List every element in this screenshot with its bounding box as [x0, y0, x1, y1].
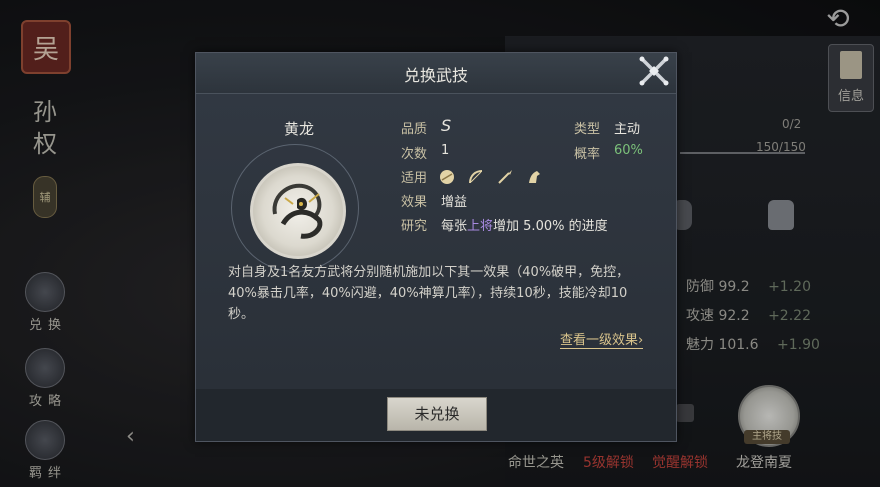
skill-description: 对自身及1名友方武将分别随机施加以下其一效果（40%破甲，免控，40%暴击几率，…	[228, 265, 630, 322]
count-label: 次数	[401, 147, 428, 162]
dialog-footer: 未兑换	[196, 389, 676, 441]
close-icon	[639, 56, 669, 86]
research-highlight: 上将	[467, 219, 494, 234]
research-label: 研究	[401, 219, 428, 234]
skill-name: 黄龙	[284, 120, 315, 138]
shield-icon	[439, 169, 455, 185]
effect-value: 增益	[441, 195, 468, 210]
horse-icon	[526, 169, 542, 185]
count-value: 1	[441, 143, 450, 158]
effect-label: 效果	[401, 195, 428, 210]
spear-icon	[497, 169, 513, 185]
research-value: 每张上将增加 5.00% 的进度	[441, 215, 608, 234]
chevron-right-icon: ›	[638, 333, 644, 348]
dialog-header: 兑换武技	[196, 53, 676, 94]
type-value: 主动	[614, 122, 641, 137]
exchange-skill-dialog: 兑换武技 黄龙 品质 S 类型 主动 次数 1 概率 60% 适用 效果 增益 …	[195, 52, 677, 442]
dialog-title: 兑换武技	[403, 66, 468, 85]
rate-value: 60%	[614, 143, 643, 158]
apply-icons	[439, 166, 550, 185]
dragon-skill-portrait	[250, 163, 346, 259]
research-pre: 每张	[441, 219, 468, 234]
view-level1-effect-link[interactable]: 查看一级效果›	[560, 329, 644, 349]
type-label: 类型	[574, 122, 601, 137]
close-button[interactable]	[636, 53, 672, 89]
rate-label: 概率	[574, 147, 601, 162]
dragon-icon	[272, 183, 323, 239]
bow-icon	[468, 169, 484, 185]
research-post: 增加 5.00% 的进度	[493, 219, 608, 234]
dialog-body: 黄龙 品质 S 类型 主动 次数 1 概率 60% 适用 效果 增益 研究 每张…	[196, 94, 676, 389]
quality-label: 品质	[401, 122, 428, 137]
exchange-button[interactable]: 未兑换	[387, 397, 487, 431]
apply-label: 适用	[401, 171, 428, 186]
quality-value: S	[441, 116, 452, 135]
more-link-label: 查看一级效果	[560, 333, 639, 348]
